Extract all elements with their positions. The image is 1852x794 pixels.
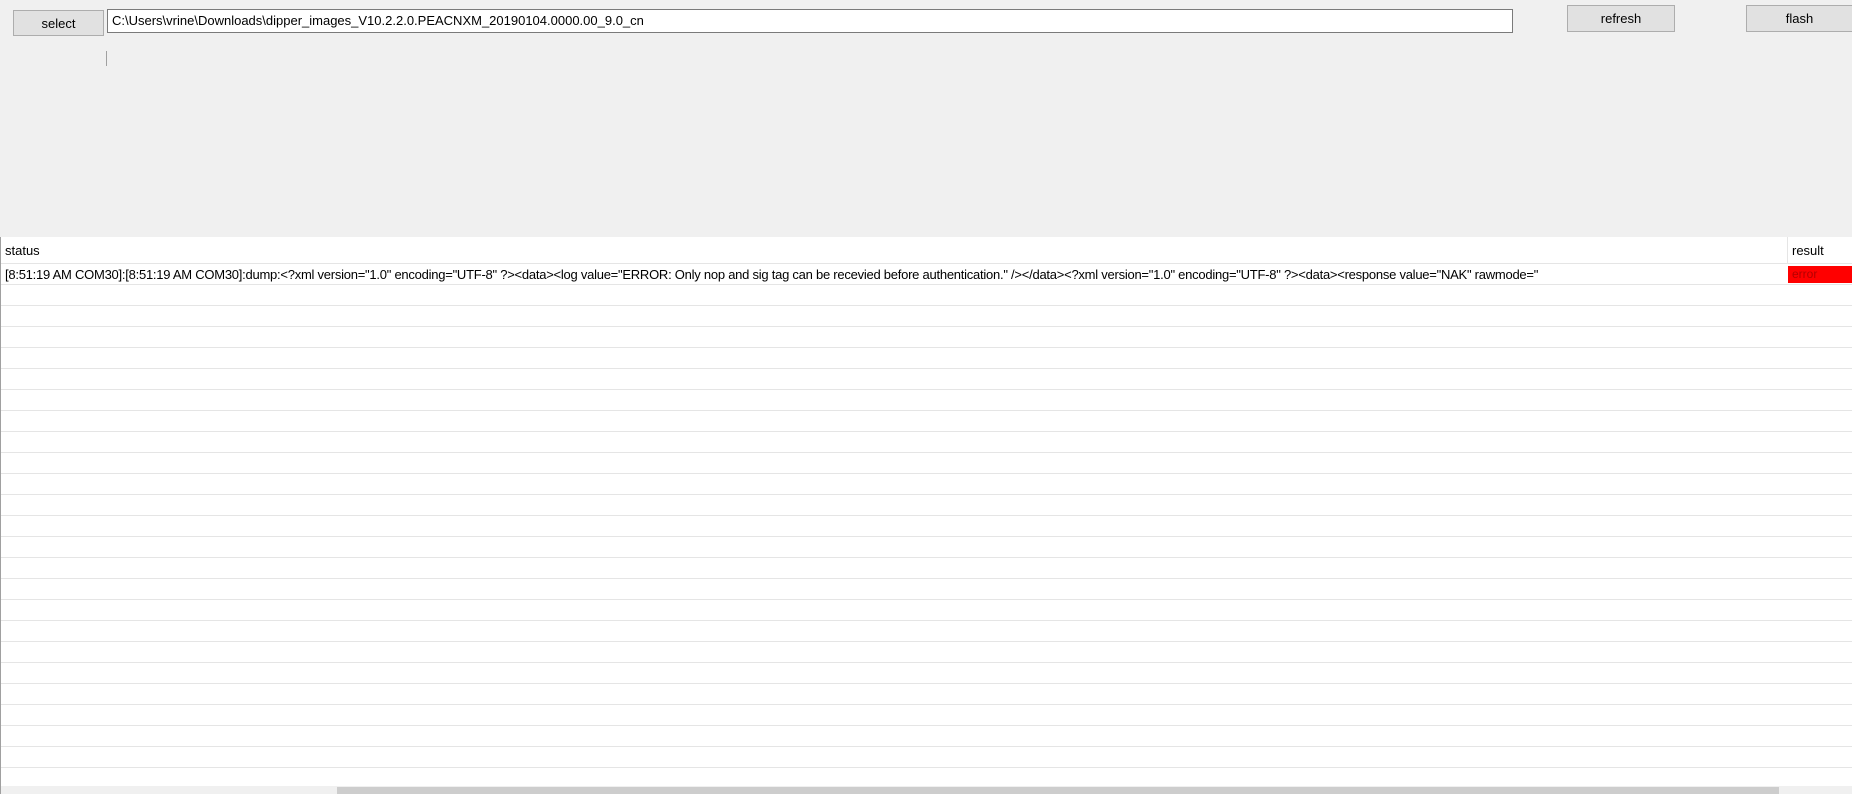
status-column-header[interactable]: status [1,237,1787,263]
empty-row[interactable] [1,726,1852,747]
result-cell-label: error [1792,267,1818,281]
scrollbar-thumb[interactable] [337,787,1779,794]
empty-row[interactable] [1,663,1852,684]
empty-row[interactable] [1,558,1852,579]
empty-row[interactable] [1,516,1852,537]
device-status-grid[interactable]: status result [8:51:19 AM COM30]:[8:51:1… [0,237,1852,794]
image-path-input[interactable]: C:\Users\vrine\Downloads\dipper_images_V… [107,9,1513,33]
table-row[interactable]: [8:51:19 AM COM30]:[8:51:19 AM COM30]:du… [1,264,1852,285]
flash-tool-window: select C:\Users\vrine\Downloads\dipper_i… [0,0,1852,794]
empty-row[interactable] [1,453,1852,474]
empty-row[interactable] [1,642,1852,663]
result-cell: error [1788,266,1852,283]
refresh-button[interactable]: refresh [1567,5,1675,32]
result-column-header[interactable]: result [1787,237,1852,263]
empty-row[interactable] [1,537,1852,558]
horizontal-scrollbar[interactable] [1,786,1852,794]
select-button[interactable]: select [13,10,104,36]
empty-row[interactable] [1,579,1852,600]
empty-row[interactable] [1,684,1852,705]
empty-row[interactable] [1,747,1852,768]
text-caret [106,51,107,66]
empty-row[interactable] [1,600,1852,621]
empty-row[interactable] [1,705,1852,726]
result-header-label: result [1792,243,1824,258]
empty-row[interactable] [1,621,1852,642]
empty-row[interactable] [1,306,1852,327]
empty-row[interactable] [1,327,1852,348]
empty-row[interactable] [1,474,1852,495]
grid-body: [8:51:19 AM COM30]:[8:51:19 AM COM30]:du… [1,264,1852,768]
status-header-label: status [5,243,40,258]
status-cell: [8:51:19 AM COM30]:[8:51:19 AM COM30]:du… [5,267,1539,282]
empty-row[interactable] [1,411,1852,432]
empty-row[interactable] [1,348,1852,369]
empty-row[interactable] [1,390,1852,411]
empty-row[interactable] [1,369,1852,390]
grid-header: status result [1,237,1852,264]
empty-row[interactable] [1,285,1852,306]
flash-button[interactable]: flash [1746,5,1852,32]
empty-row[interactable] [1,495,1852,516]
empty-row[interactable] [1,432,1852,453]
